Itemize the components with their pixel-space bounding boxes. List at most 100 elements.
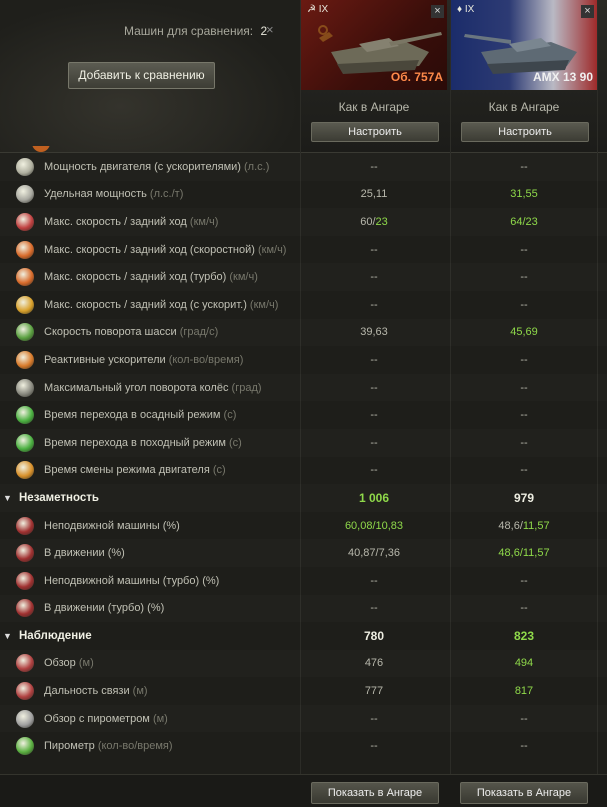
- table-row: Неподвижной машины (%) 60,08/10,83 48,6/11…: [0, 512, 607, 540]
- turbo-icon: [16, 268, 34, 287]
- section-header-row[interactable]: ▼ Незаметность 1 006 979: [0, 484, 607, 512]
- vehicle-1-value: 476: [364, 657, 384, 670]
- row-label: Макс. скорость / задний ход (км/ч): [44, 215, 219, 228]
- row-label: Скорость поворота шасси (град/с): [44, 326, 219, 339]
- row-unit: (кол-во/время): [97, 740, 173, 753]
- row-unit: (м): [152, 712, 168, 725]
- configure-button-1[interactable]: Настроить: [311, 122, 439, 142]
- view-range-icon: [16, 654, 34, 673]
- table-row: Удельная мощность (л.с./т) 25,11 31,55: [0, 181, 607, 209]
- vehicle-2-value: 817: [514, 685, 534, 698]
- vehicle-2-value: 45,69: [510, 326, 538, 339]
- section-header-row[interactable]: ▼ Наблюдение 780 823: [0, 622, 607, 650]
- remove-vehicle-2-close-icon[interactable]: ×: [581, 5, 594, 18]
- cut-row-icon: [32, 146, 50, 152]
- table-row: В движении (%) 40,87/7,36 48,6/11,57: [0, 539, 607, 567]
- row-label: В движении (турбо) (%): [44, 602, 165, 615]
- vehicle-1-value: --: [370, 712, 378, 725]
- row-unit: (км/ч): [257, 243, 287, 256]
- vehicle-1-value: --: [370, 298, 378, 311]
- vehicle-2-value: 823: [513, 628, 535, 643]
- row-label: Незаметность: [19, 491, 99, 504]
- row-label: Мощность двигателя (с ускорителями) (л.с…: [44, 160, 270, 173]
- row-unit: (с): [212, 464, 226, 477]
- clear-all-close-icon[interactable]: ×: [266, 22, 274, 37]
- compare-header: Машин для сравнения: 2 × Добавить к срав…: [0, 0, 607, 153]
- comparison-table[interactable]: Мощность двигателя (с ускорителями) (л.с…: [0, 153, 607, 760]
- vehicle-1-value: --: [370, 160, 378, 173]
- row-label: Время перехода в осадный режим (с): [44, 409, 237, 422]
- tier-label-1: IX: [318, 4, 329, 15]
- row-label: Неподвижной машины (турбо) (%): [44, 574, 220, 587]
- vehicle-tier-1: ☭ IX: [307, 4, 328, 15]
- table-row: Макс. скорость / задний ход (скоростной)…: [0, 236, 607, 264]
- vehicle-2-value: --: [520, 353, 528, 366]
- row-unit: (град/с): [179, 326, 219, 339]
- table-row: Мощность двигателя (с ускорителями) (л.с…: [0, 153, 607, 181]
- traverse-icon: [16, 323, 34, 342]
- vehicle-2-value: --: [520, 712, 528, 725]
- vehicle-1-value: 777: [364, 685, 384, 698]
- vehicles-count-text: Машин для сравнения:: [124, 24, 254, 38]
- table-row: Обзор с пирометром (м) -- --: [0, 705, 607, 733]
- tier-label-2: IX: [464, 4, 475, 15]
- table-row: В движении (турбо) (%) -- --: [0, 595, 607, 623]
- radio-icon: [16, 682, 34, 701]
- add-to-compare-button[interactable]: Добавить к сравнению: [68, 62, 215, 89]
- vehicle-2-value: 494: [514, 657, 534, 670]
- table-row: Неподвижной машины (турбо) (%) -- --: [0, 567, 607, 595]
- vehicle-card-2: ♦ IX × AMX 13 90 Как в Ангаре Настроить: [451, 0, 597, 152]
- vehicle-1-value: --: [370, 243, 378, 256]
- vehicle-1-value: 60/23: [360, 215, 388, 228]
- table-row: Время перехода в походный режим (с) -- --: [0, 429, 607, 457]
- row-label: Максимальный угол поворота колёс (град): [44, 381, 262, 394]
- rocket-icon: [16, 350, 34, 369]
- vehicle-2-value: 48,6/11,57: [498, 547, 550, 560]
- wheel-angle-icon: [16, 378, 34, 397]
- table-row: Макс. скорость / задний ход (турбо) (км/…: [0, 263, 607, 291]
- vehicle-1-value: --: [370, 436, 378, 449]
- vehicle-2-value: --: [520, 381, 528, 394]
- vehicle-2-value: --: [520, 740, 528, 753]
- vehicle-2-value: 64/23: [510, 215, 538, 228]
- vehicle-name-2: AMX 13 90: [532, 70, 593, 84]
- row-label: Дальность связи (м): [44, 685, 148, 698]
- vehicle-2-value: --: [520, 409, 528, 422]
- table-row: Обзор (м) 476 494: [0, 650, 607, 678]
- vehicle-config-1: Как в Ангаре: [338, 100, 410, 114]
- vehicle-1-value: 1 006: [358, 490, 390, 505]
- vehicle-1-value: 25,11: [360, 188, 388, 201]
- table-row: Макс. скорость / задний ход (с ускорит.)…: [0, 291, 607, 319]
- nation-france-icon: ♦: [457, 4, 463, 15]
- show-in-hangar-button-2[interactable]: Показать в Ангаре: [460, 782, 588, 804]
- camo-static-icon: [16, 516, 34, 535]
- chevron-down-icon[interactable]: ▼: [3, 631, 13, 641]
- row-label: Макс. скорость / задний ход (турбо) (км/…: [44, 271, 258, 284]
- vehicle-2-value: --: [520, 574, 528, 587]
- vehicle-1-value: --: [370, 574, 378, 587]
- pyrometer-icon: [16, 737, 34, 756]
- configure-button-2[interactable]: Настроить: [461, 122, 589, 142]
- row-unit: (град): [231, 381, 262, 394]
- row-unit: (м): [78, 657, 94, 670]
- row-unit: (л.с./т): [149, 188, 184, 201]
- row-label: Обзор (м): [44, 657, 94, 670]
- speed-icon: [16, 212, 34, 231]
- vehicle-name-1: Об. 757А: [390, 70, 443, 84]
- vehicle-2-value: --: [520, 602, 528, 615]
- row-label: Время смены режима двигателя (с): [44, 464, 226, 477]
- pyrometer-view-icon: [16, 709, 34, 728]
- vehicle-image-2: ♦ IX × AMX 13 90: [451, 0, 597, 90]
- row-label: Время перехода в походный режим (с): [44, 436, 242, 449]
- show-in-hangar-button-1[interactable]: Показать в Ангаре: [311, 782, 439, 804]
- engine-mode-icon: [16, 461, 34, 480]
- row-unit: (с): [229, 436, 242, 449]
- table-row: Время смены режима двигателя (с) -- --: [0, 457, 607, 485]
- row-label: Наблюдение: [19, 629, 92, 642]
- vehicle-2-value: --: [520, 243, 528, 256]
- chevron-down-icon[interactable]: ▼: [3, 493, 13, 503]
- table-row: Скорость поворота шасси (град/с) 39,63 45,…: [0, 319, 607, 347]
- remove-vehicle-1-close-icon[interactable]: ×: [431, 5, 444, 18]
- vehicle-1-value: --: [370, 409, 378, 422]
- speed-mode-icon: [16, 240, 34, 259]
